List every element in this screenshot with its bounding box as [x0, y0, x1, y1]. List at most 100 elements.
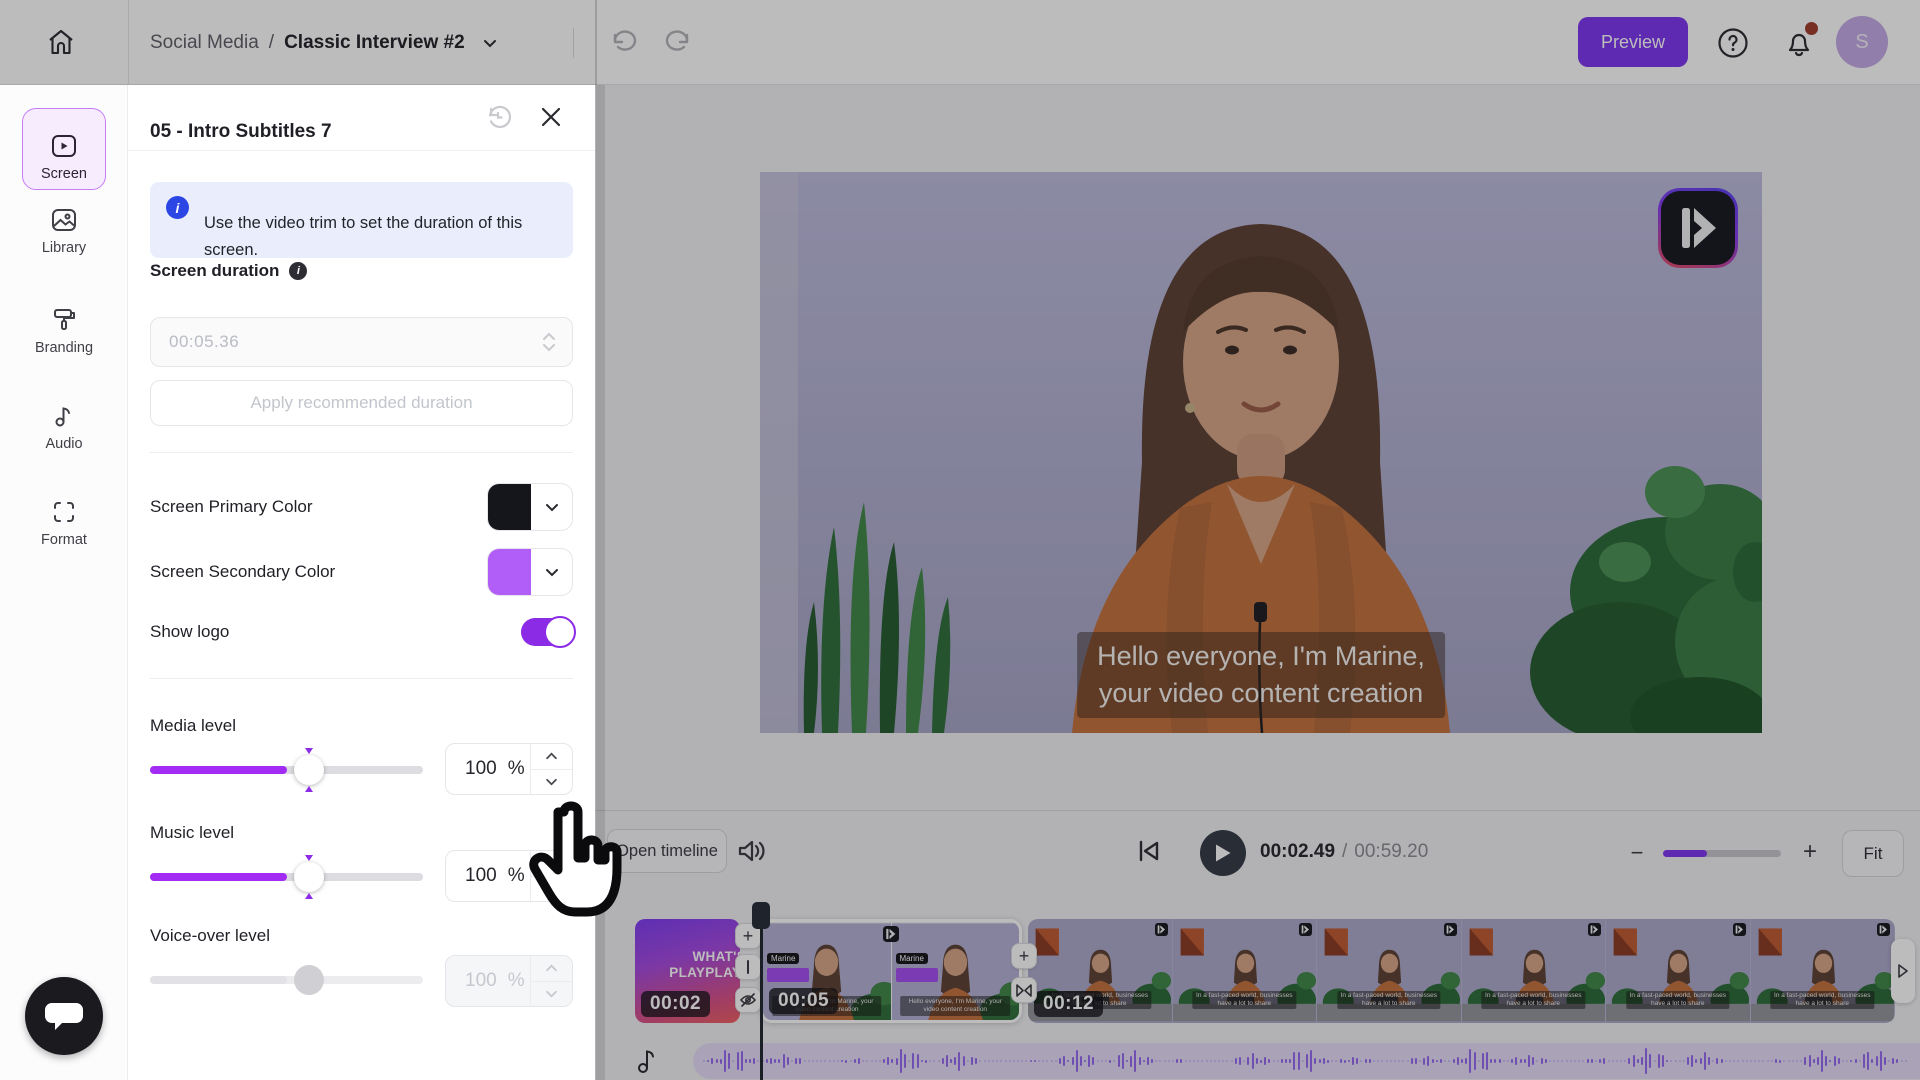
add-screen-button[interactable]: + — [1011, 943, 1037, 969]
undo-icon — [609, 44, 639, 59]
increment-button[interactable] — [531, 744, 572, 770]
speaker-tag: Marine — [767, 948, 809, 982]
brand-logo-badge — [1877, 923, 1890, 936]
speaker-role-tag — [896, 968, 938, 982]
screen-duration-value: 00:05.36 — [169, 332, 526, 352]
decrement-button[interactable] — [531, 877, 572, 902]
volume-button[interactable] — [735, 837, 767, 867]
history-icon — [482, 121, 514, 136]
slider-fill — [150, 873, 287, 881]
slider-knob[interactable] — [294, 755, 324, 785]
music-track-icon — [635, 1047, 659, 1080]
zoom-slider-fill — [1663, 850, 1707, 857]
screen-icon — [23, 133, 105, 159]
timeline-clip-selected[interactable]: Marine Hello everyone, I'm Marine, your … — [760, 919, 1022, 1023]
panel-title: 05 - Intro Subtitles 7 — [150, 121, 332, 143]
chevron-up-icon — [542, 332, 556, 341]
sidebar-item-audio[interactable]: Audio — [0, 403, 128, 452]
breadcrumb-folder[interactable]: Social Media — [150, 32, 259, 54]
question-icon — [1716, 48, 1750, 63]
tooltip-info-icon[interactable]: i — [289, 262, 307, 280]
clip-thumbnail: In a fast-paced world, businesses have a… — [1606, 919, 1751, 1023]
music-level-stepper — [530, 851, 572, 901]
music-note-icon — [0, 403, 128, 429]
music-track[interactable] — [693, 1043, 1920, 1079]
clip-trim-handle[interactable] — [1891, 939, 1915, 1003]
subtitle-line: your video content creation — [1097, 675, 1425, 712]
toggle-knob — [544, 616, 576, 648]
timeline-clip-intro[interactable]: WHAT'S PLAYPLAY! 00:02 — [635, 919, 740, 1023]
secondary-color-dropdown[interactable] — [487, 548, 573, 596]
fit-button[interactable]: Fit — [1842, 830, 1904, 877]
timeline-zoom-slider[interactable] — [1663, 850, 1781, 857]
slider-fill — [150, 976, 287, 984]
duration-stepper[interactable] — [526, 332, 572, 352]
brand-logo-badge — [1155, 923, 1168, 936]
subtitle-line: Hello everyone, I'm Marine, — [1097, 638, 1425, 675]
skip-to-start-button[interactable] — [1135, 839, 1163, 865]
media-level-label: Media level — [150, 716, 236, 736]
screen-duration-input[interactable]: 00:05.36 — [150, 317, 573, 367]
primary-color-row: Screen Primary Color — [150, 483, 573, 531]
playhead-line — [760, 904, 763, 1080]
screen-settings-panel: 05 - Intro Subtitles 7 i Use the video t… — [128, 85, 595, 1080]
home-button[interactable] — [38, 20, 84, 66]
playhead-handle[interactable] — [752, 902, 770, 929]
hide-screen-button[interactable] — [735, 987, 761, 1013]
sidebar-item-branding[interactable]: Branding — [0, 307, 128, 356]
play-button[interactable] — [1200, 830, 1246, 876]
slider-knob[interactable] — [294, 862, 324, 892]
scrollbar[interactable] — [596, 85, 605, 1080]
sidebar-item-screen[interactable]: Screen — [22, 108, 106, 190]
sidebar-item-format[interactable]: Format — [0, 499, 128, 548]
current-time: 00:02.49 — [1260, 841, 1335, 863]
chevron-down-icon[interactable] — [481, 34, 499, 52]
transition-button[interactable] — [1011, 977, 1037, 1003]
app: Social Media / Classic Interview #2 Prev… — [0, 0, 1920, 1080]
increment-button[interactable] — [531, 851, 572, 877]
media-level-slider[interactable] — [150, 755, 423, 785]
sidebar-item-library[interactable]: Library — [0, 207, 128, 256]
music-level-label: Music level — [150, 823, 234, 843]
media-level-input[interactable]: 100% — [446, 744, 530, 794]
split-button[interactable] — [735, 954, 761, 980]
breadcrumb[interactable]: Social Media / Classic Interview #2 — [150, 0, 499, 85]
voiceover-level-slider — [150, 965, 423, 995]
topbar-divider — [128, 0, 129, 85]
zoom-out-button[interactable]: − — [1625, 841, 1649, 865]
secondary-color-label: Screen Secondary Color — [150, 562, 335, 582]
redo-icon — [663, 44, 693, 59]
show-logo-toggle[interactable] — [521, 618, 573, 646]
notifications-button[interactable] — [1780, 24, 1818, 62]
timeline-clip-interview[interactable]: In a fast-paced world, businesses have a… — [1028, 919, 1895, 1023]
divider — [150, 452, 573, 453]
video-preview[interactable]: Hello everyone, I'm Marine, your video c… — [760, 172, 1762, 733]
redo-button[interactable] — [660, 26, 696, 60]
music-level-input[interactable]: 100% — [446, 851, 530, 901]
undo-button[interactable] — [606, 26, 642, 60]
user-avatar[interactable]: S — [1836, 16, 1888, 68]
open-timeline-button[interactable]: Open timeline — [607, 829, 727, 873]
brand-logo-badge — [1444, 923, 1457, 936]
secondary-color-swatch — [488, 549, 531, 595]
breadcrumb-project-name[interactable]: Classic Interview #2 — [284, 32, 465, 54]
history-button[interactable] — [480, 100, 516, 136]
music-waveform — [703, 1043, 1909, 1079]
chevron-down-icon — [531, 484, 572, 530]
format-frame-icon — [0, 499, 128, 525]
time-display: 00:02.49 / 00:59.20 — [1260, 829, 1428, 875]
help-button[interactable] — [1716, 26, 1750, 60]
chat-support-button[interactable] — [25, 977, 103, 1055]
primary-color-label: Screen Primary Color — [150, 497, 313, 517]
close-panel-button[interactable] — [533, 100, 569, 136]
decrement-button[interactable] — [531, 770, 572, 795]
preview-button[interactable]: Preview — [1578, 17, 1688, 67]
music-level-slider[interactable] — [150, 862, 423, 892]
zoom-in-button[interactable]: + — [1797, 839, 1823, 865]
primary-color-dropdown[interactable] — [487, 483, 573, 531]
play-icon — [1214, 843, 1232, 863]
panel-header: 05 - Intro Subtitles 7 — [128, 85, 595, 151]
apply-recommended-duration-button[interactable]: Apply recommended duration — [150, 380, 573, 426]
timeline-section: Open timeline 00:02.49 / 00:59.20 − + Fi… — [595, 810, 1920, 1080]
brand-logo-badge — [1733, 923, 1746, 936]
